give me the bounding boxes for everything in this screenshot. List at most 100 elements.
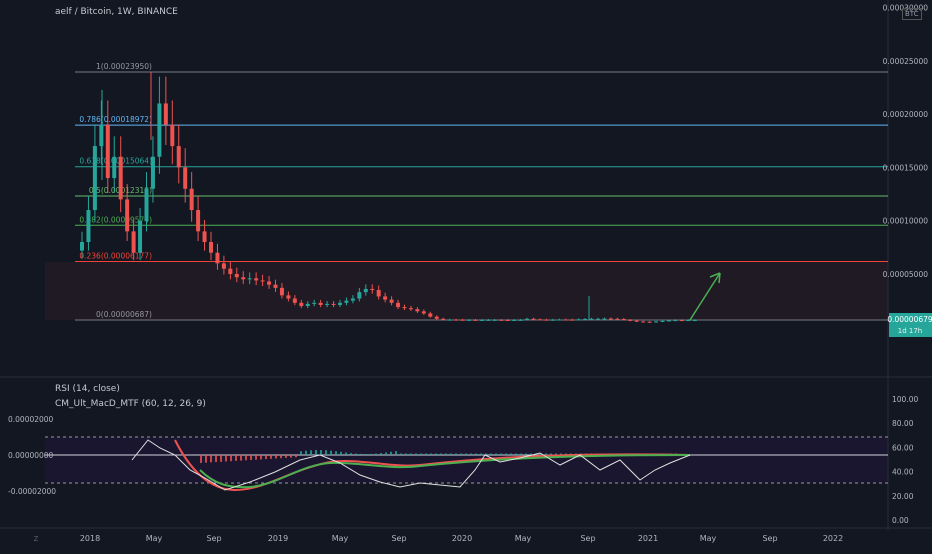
rsi-indicator-label[interactable]: RSI (14, close) <box>55 384 120 394</box>
candle-body <box>215 252 220 264</box>
candle-body <box>131 231 136 253</box>
candle-body <box>602 318 607 320</box>
candle-body <box>228 268 233 275</box>
countdown-label: 1d 17h <box>898 327 922 335</box>
candle-body <box>570 319 575 321</box>
candle-body <box>189 188 194 211</box>
candle-body <box>660 320 665 322</box>
macd-histogram-bar <box>415 453 417 455</box>
macd-histogram-bar <box>305 450 307 455</box>
candle-body <box>557 319 562 321</box>
macd-histogram-bar <box>350 453 352 455</box>
candle-body <box>447 319 452 321</box>
macd-histogram-bar <box>490 453 492 455</box>
candle-body <box>654 321 659 323</box>
macd-histogram-bar <box>545 453 547 455</box>
candle-body <box>499 319 504 321</box>
candle-body <box>305 303 310 307</box>
time-axis-label: May <box>515 534 532 543</box>
macd-histogram-bar <box>450 453 452 455</box>
macd-histogram-bar <box>260 455 262 460</box>
candle-body <box>318 302 323 305</box>
time-axis-label: Sep <box>762 534 777 543</box>
macd-histogram-bar <box>470 453 472 455</box>
candle-body <box>363 288 368 293</box>
macd-histogram-bar <box>245 455 247 461</box>
candle-body <box>505 319 510 321</box>
candle-body <box>486 319 491 321</box>
price-tick-label: 0.00020000 <box>883 110 929 119</box>
candle-body <box>383 296 388 300</box>
macd-histogram-bar <box>345 452 347 455</box>
candle-body <box>247 278 252 280</box>
macd-histogram-bar <box>410 453 412 455</box>
candle-body <box>473 319 478 321</box>
time-axis-label: 2020 <box>452 534 472 543</box>
rsi-tick-label: 40.00 <box>892 468 914 477</box>
macd-histogram-bar <box>385 452 387 455</box>
time-axis-label: 2018 <box>80 534 100 543</box>
candle-body <box>241 277 246 280</box>
macd-tick-label: -0.00002000 <box>8 487 56 496</box>
candle-body <box>357 292 362 299</box>
macd-histogram-bar <box>510 453 512 455</box>
candle-body <box>454 319 459 321</box>
candle-body <box>279 287 284 296</box>
candle-body <box>112 156 117 179</box>
fib-level-label: 0.786(0.00018972) <box>79 115 152 124</box>
macd-histogram-bar <box>300 451 302 455</box>
macd-histogram-bar <box>500 453 502 455</box>
candle-body <box>525 318 530 320</box>
price-tick-label: 0.00005000 <box>883 270 929 279</box>
macd-histogram-bar <box>430 453 432 455</box>
candle-body <box>537 319 542 321</box>
candle-body <box>125 199 130 232</box>
candle-body <box>99 124 104 147</box>
macd-indicator-label[interactable]: CM_Ult_MacD_MTF (60, 12, 26, 9) <box>55 399 206 409</box>
time-axis-label: 2022 <box>823 534 843 543</box>
rsi-tick-label: 0.00 <box>892 516 909 525</box>
macd-histogram-bar <box>355 453 357 455</box>
time-axis-label: May <box>700 534 717 543</box>
candle-body <box>583 319 588 321</box>
chart-stage: 1(0.00023950)0.786(0.00018972)0.618(0.00… <box>0 0 932 550</box>
macd-histogram-bar <box>235 455 237 461</box>
currency-badge[interactable]: BTC <box>902 8 922 20</box>
candle-body <box>105 124 110 179</box>
candle-body <box>292 298 297 303</box>
candle-body <box>138 220 143 253</box>
macd-tick-label: 0.00002000 <box>8 415 54 424</box>
candle-body <box>299 302 304 307</box>
macd-histogram-bar <box>365 453 367 455</box>
candle-body <box>150 156 155 189</box>
candle-body <box>267 281 272 285</box>
chart-svg[interactable]: 1(0.00023950)0.786(0.00018972)0.618(0.00… <box>0 0 932 550</box>
macd-histogram-bar <box>395 451 397 455</box>
candle-body <box>325 303 330 305</box>
candle-body <box>628 319 633 321</box>
rsi-tick-label: 60.00 <box>892 443 914 452</box>
candle-body <box>92 146 97 211</box>
candle-body <box>512 319 517 321</box>
candle-body <box>344 300 349 303</box>
macd-histogram-bar <box>440 453 442 455</box>
macd-histogram-bar <box>340 451 342 455</box>
macd-histogram-bar <box>360 453 362 455</box>
candle-body <box>647 321 652 323</box>
macd-histogram-bar <box>435 453 437 455</box>
candle-body <box>80 242 84 251</box>
candle-body <box>202 231 207 243</box>
candle-body <box>118 156 123 200</box>
candle-body <box>428 313 433 317</box>
macd-histogram-bar <box>455 453 457 455</box>
candle-body <box>550 319 555 321</box>
candle-body <box>273 284 278 288</box>
macd-histogram-bar <box>420 453 422 455</box>
fib-level-label: 1(0.00023950) <box>96 62 152 71</box>
macd-histogram-bar <box>380 453 382 455</box>
macd-histogram-bar <box>255 455 257 460</box>
time-axis-label: Sep <box>580 534 595 543</box>
macd-histogram-bar <box>230 455 232 462</box>
candle-body <box>221 263 226 269</box>
candle-body <box>544 319 549 321</box>
